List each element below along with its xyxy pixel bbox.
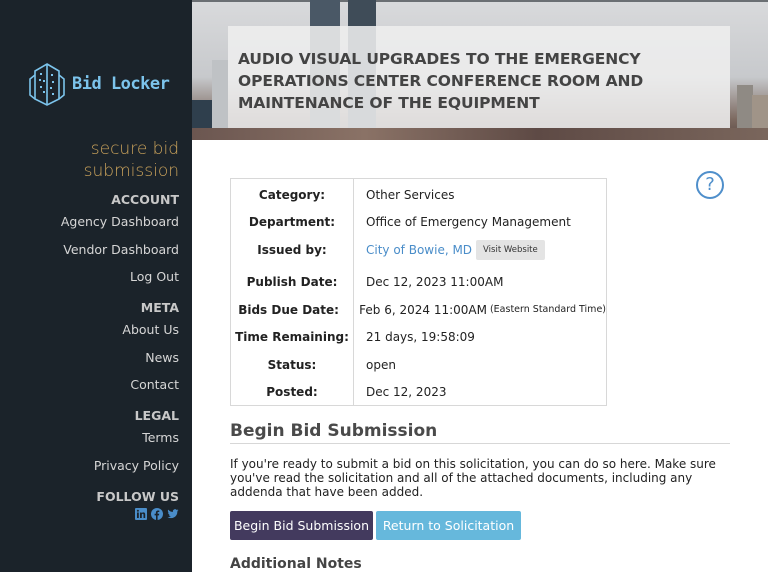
nav-item-news[interactable]: News (0, 350, 179, 366)
nav-heading-follow: FOLLOW US (96, 488, 179, 504)
nav-heading-legal: LEGAL (134, 408, 179, 423)
additional-notes-title: Additional Notes (230, 556, 362, 572)
detail-value: Dec 12, 2023 (366, 384, 447, 399)
detail-label: Category: (258, 187, 326, 202)
nav-heading-account: ACCOUNT (111, 192, 179, 207)
detail-value: Feb 6, 2024 11:00AM (Eastern Standard Ti… (346, 303, 606, 317)
header-banner: AUDIO VISUAL UPGRADES TO THE EMERGENCY O… (192, 0, 768, 140)
nav-heading-meta: META (140, 300, 179, 315)
detail-label: Issued by: (257, 242, 327, 257)
title-box: AUDIO VISUAL UPGRADES TO THE EMERGENCY O… (228, 26, 730, 128)
skyline-street (192, 128, 768, 140)
brand-name: Bid Locker (72, 74, 170, 94)
nav-group-meta: META About Us News Contact (0, 300, 179, 393)
nav-group-follow: FOLLOW US (0, 489, 179, 520)
nav-group-legal: LEGAL Terms Privacy Policy (0, 408, 179, 474)
detail-row-time-remaining: Time Remaining: 21 days, 19:58:09 (231, 323, 606, 351)
detail-row-status: Status: open (231, 351, 606, 379)
nav-item-vendor-dashboard[interactable]: Vendor Dashboard (0, 242, 179, 258)
detail-value: City of Bowie, MD Visit Website (353, 239, 545, 260)
detail-row-issued-by: Issued by: City of Bowie, MD Visit Websi… (231, 236, 606, 264)
solicitation-details: Category: Other Services Department: Off… (230, 178, 607, 406)
nav-group-account: ACCOUNT Agency Dashboard Vendor Dashboar… (0, 192, 179, 285)
sidebar-nav: ACCOUNT Agency Dashboard Vendor Dashboar… (0, 192, 179, 520)
section-title-begin-bid: Begin Bid Submission (230, 421, 730, 444)
detail-label: Bids Due Date: (238, 302, 339, 317)
detail-row-category: Category: Other Services (231, 181, 606, 209)
nav-item-privacy-policy[interactable]: Privacy Policy (0, 458, 179, 474)
detail-row-publish-date: Publish Date: Dec 12, 2023 11:00AM (231, 268, 606, 296)
facebook-icon[interactable] (151, 507, 163, 520)
detail-label: Publish Date: (246, 274, 338, 289)
detail-row-bids-due-date: Bids Due Date: Feb 6, 2024 11:00AM (East… (231, 296, 606, 324)
nav-item-terms[interactable]: Terms (0, 430, 179, 446)
due-date-value: Feb 6, 2024 11:00AM (359, 302, 487, 317)
detail-row-department: Department: Office of Emergency Manageme… (231, 209, 606, 237)
tagline: secure bid submission (83, 139, 179, 181)
detail-value: Other Services (366, 187, 455, 202)
linkedin-icon[interactable] (135, 507, 147, 520)
logo[interactable]: Bid Locker (26, 62, 170, 106)
detail-label: Department: (248, 215, 336, 230)
detail-value: Dec 12, 2023 11:00AM (366, 274, 504, 289)
twitter-icon[interactable] (167, 508, 179, 520)
nav-item-log-out[interactable]: Log Out (0, 269, 179, 285)
nav-item-agency-dashboard[interactable]: Agency Dashboard (0, 214, 179, 230)
detail-row-posted: Posted: Dec 12, 2023 (231, 378, 606, 406)
status-value: open (366, 357, 396, 372)
detail-value: 21 days, 19:58:09 (366, 329, 475, 344)
visit-website-button[interactable]: Visit Website (476, 239, 545, 260)
timezone-note: (Eastern Standard Time) (489, 304, 606, 316)
submission-description: If you're ready to submit a bid on this … (230, 457, 716, 499)
nav-item-contact[interactable]: Contact (0, 377, 179, 393)
return-to-solicitation-button[interactable]: Return to Solicitation (376, 511, 521, 540)
detail-label: Status: (267, 357, 317, 372)
sidebar: Bid Locker secure bid submission ACCOUNT… (0, 0, 192, 572)
question-circle-icon[interactable]: ? (696, 171, 724, 199)
issuer-link[interactable]: City of Bowie, MD (366, 243, 472, 257)
nav-item-about-us[interactable]: About Us (0, 322, 179, 338)
detail-value: Office of Emergency Management (366, 215, 571, 230)
page-title: AUDIO VISUAL UPGRADES TO THE EMERGENCY O… (238, 50, 644, 112)
social-links (0, 507, 179, 520)
begin-bid-submission-button[interactable]: Begin Bid Submission (230, 511, 373, 540)
detail-label: Posted: (266, 384, 318, 399)
building-logo-icon (26, 62, 68, 106)
detail-label: Time Remaining: (235, 329, 349, 344)
